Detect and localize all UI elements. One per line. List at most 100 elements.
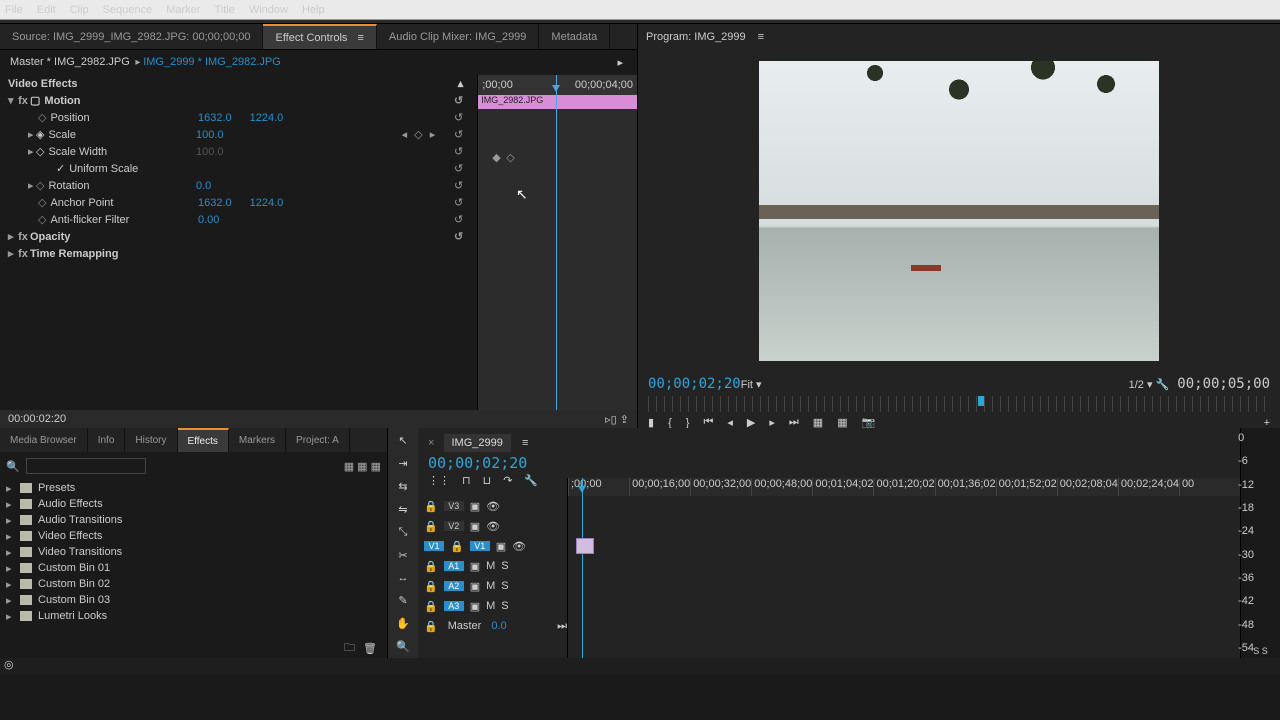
selection-tool-icon[interactable]: ↖ — [398, 434, 407, 447]
effects-folder[interactable]: ▸Audio Transitions — [6, 512, 381, 528]
prop-uniform-scale[interactable]: ✓Uniform Scale ↺ — [8, 160, 469, 177]
effects-filter-icons[interactable]: ▦ ▦ ▦ — [344, 460, 381, 473]
keyframe-marker-icon[interactable]: ◇ — [506, 151, 514, 164]
track-header-a2[interactable]: 🔒A2▣MS — [418, 576, 567, 596]
zoom-tool-icon[interactable]: 🔍 — [396, 640, 410, 653]
reset-icon[interactable]: ↺ — [454, 94, 463, 107]
effects-tree[interactable]: ▸Presets▸Audio Effects▸Audio Transitions… — [6, 480, 381, 624]
source-patch-v1[interactable]: V1 — [424, 541, 444, 551]
new-bin-icon[interactable]: 🗀 — [344, 639, 355, 658]
reset-icon[interactable]: ↺ — [454, 111, 463, 124]
scroll-up-icon[interactable]: ▴ — [458, 77, 464, 90]
scale-value[interactable]: 100.0 — [196, 129, 224, 141]
reset-icon[interactable]: ↺ — [454, 230, 463, 243]
menu-edit[interactable]: Edit — [37, 4, 56, 16]
dropdown-icon[interactable]: ▾ — [1147, 379, 1153, 391]
menu-sequence[interactable]: Sequence — [103, 4, 153, 16]
wrench-icon[interactable]: 🔧 — [1156, 379, 1170, 391]
track-header-v1[interactable]: V1🔒V1▣👁 — [418, 536, 567, 556]
effects-folder[interactable]: ▸Presets — [6, 480, 381, 496]
menu-bar[interactable]: FileEditClipSequenceMarkerTitleWindowHel… — [0, 0, 1280, 20]
effect-controls-mini-timeline[interactable]: ;00;0000;00;04;00 IMG_2982.JPG ◆ ◇ — [477, 75, 637, 410]
effects-folder[interactable]: ▸Custom Bin 03 — [6, 592, 381, 608]
anchor-x-value[interactable]: 1632.0 — [198, 197, 232, 209]
sequence-tab[interactable]: IMG_2999 — [444, 434, 511, 452]
menu-help[interactable]: Help — [302, 4, 325, 16]
track-header-v2[interactable]: 🔒V2▣👁 — [418, 516, 567, 536]
menu-marker[interactable]: Marker — [166, 4, 200, 16]
track-header-a3[interactable]: 🔒A3▣MS — [418, 596, 567, 616]
mini-playhead[interactable] — [556, 75, 557, 410]
tab-info[interactable]: Info — [88, 428, 126, 452]
tab-project-a[interactable]: Project: A — [286, 428, 350, 452]
reset-icon[interactable]: ↺ — [454, 128, 463, 141]
program-monitor-viewport[interactable] — [638, 50, 1280, 372]
timeline-ruler[interactable]: ;00;0000;00;16;0000;00;32;0000;00;48;000… — [568, 478, 1240, 496]
tab-markers[interactable]: Markers — [229, 428, 286, 452]
timeline-clip-v1[interactable] — [576, 538, 594, 554]
pen-tool-icon[interactable]: ✎ — [398, 594, 407, 607]
effects-folder[interactable]: ▸Video Transitions — [6, 544, 381, 560]
search-icon[interactable]: 🔍 — [6, 460, 20, 473]
rolling-edit-icon[interactable]: ⇋ — [398, 503, 407, 516]
keyframe-nav[interactable]: ◂ ◇ ▸ — [402, 128, 438, 141]
tab-audio-mixer[interactable]: Audio Clip Mixer: IMG_2999 — [377, 24, 540, 49]
reset-icon[interactable]: ↺ — [454, 196, 463, 209]
reset-icon[interactable]: ↺ — [454, 145, 463, 158]
menu-clip[interactable]: Clip — [70, 4, 89, 16]
tab-effect-controls[interactable]: Effect Controls≡ — [263, 24, 376, 49]
panel-menu-icon[interactable]: ≡ — [357, 32, 363, 44]
time-remap-effect[interactable]: ▸fxTime Remapping — [8, 245, 469, 262]
effects-folder[interactable]: ▸Audio Effects — [6, 496, 381, 512]
quality-dropdown[interactable]: 1/2 — [1129, 379, 1144, 391]
add-button-icon[interactable]: + — [1264, 417, 1270, 429]
dropdown-icon[interactable]: ▾ — [756, 379, 762, 391]
app-menu-icon[interactable]: ◎ — [0, 659, 14, 671]
collapse-arrow-icon[interactable]: ▸ — [617, 56, 623, 69]
panel-menu-icon[interactable]: ≡ — [758, 31, 764, 43]
position-x-value[interactable]: 1632.0 — [198, 112, 232, 124]
program-timecode-left[interactable]: 00;00;02;20 — [648, 376, 741, 392]
timeline-tools[interactable]: ↖ ⇥ ⇆ ⇋ ⤡ ✂ ↔ ✎ ✋ 🔍 — [388, 428, 418, 658]
hand-tool-icon[interactable]: ✋ — [396, 617, 410, 630]
effects-folder[interactable]: ▸Lumetri Looks — [6, 608, 381, 624]
tab-history[interactable]: History — [125, 428, 177, 452]
tab-media-browser[interactable]: Media Browser — [0, 428, 88, 452]
delete-icon[interactable]: 🗑 — [363, 642, 377, 655]
master-volume[interactable]: 0.0 — [491, 620, 506, 632]
program-playhead-dot[interactable] — [978, 396, 984, 406]
source-panel-tabs[interactable]: Source: IMG_2999_IMG_2982.JPG: 00;00;00;… — [0, 24, 637, 50]
effects-folder[interactable]: ▸Custom Bin 01 — [6, 560, 381, 576]
mark-out-bracket-icon[interactable]: } — [686, 417, 690, 429]
ripple-edit-icon[interactable]: ⇆ — [398, 480, 407, 493]
sequence-clip-link[interactable]: IMG_2999 * IMG_2982.JPG — [143, 56, 281, 68]
tab-effects[interactable]: Effects — [178, 428, 229, 452]
track-select-icon[interactable]: ⇥ — [398, 457, 407, 470]
timeline-timecode[interactable]: 00;00;02;20 — [428, 454, 1230, 472]
opacity-effect[interactable]: ▸fxOpacity↺ — [8, 228, 469, 245]
rotation-value[interactable]: 0.0 — [196, 180, 211, 192]
track-header-a1[interactable]: 🔒A1▣MS — [418, 556, 567, 576]
menu-window[interactable]: Window — [249, 4, 288, 16]
effects-folder[interactable]: ▸Video Effects — [6, 528, 381, 544]
panel-menu-icon[interactable]: ≡ — [522, 437, 528, 449]
effects-search-input[interactable] — [26, 458, 146, 474]
mark-in-bracket-icon[interactable]: { — [668, 417, 672, 429]
effects-folder[interactable]: ▸Custom Bin 02 — [6, 576, 381, 592]
position-y-value[interactable]: 1224.0 — [250, 112, 284, 124]
slip-tool-icon[interactable]: ↔ — [398, 572, 409, 584]
motion-effect[interactable]: ▾fx▢Motion↺ — [8, 92, 469, 109]
program-monitor-tabs[interactable]: Program: IMG_2999 ≡ — [638, 24, 1280, 50]
menu-title[interactable]: Title — [214, 4, 234, 16]
lower-left-tabs[interactable]: Media BrowserInfoHistoryEffectsMarkersPr… — [0, 428, 387, 452]
razor-tool-icon[interactable]: ✂ — [398, 549, 407, 562]
reset-icon[interactable]: ↺ — [454, 162, 463, 175]
reset-icon[interactable]: ↺ — [454, 179, 463, 192]
close-sequence-icon[interactable]: × — [428, 437, 434, 449]
program-scrubber[interactable] — [648, 396, 1270, 412]
ec-footer-icons[interactable]: ▹▯ ⇪ — [605, 413, 629, 426]
track-header-master[interactable]: 🔒Master0.0⏭ — [418, 616, 567, 636]
anchor-y-value[interactable]: 1224.0 — [250, 197, 284, 209]
timeline-track-area[interactable]: ;00;0000;00;16;0000;00;32;0000;00;48;000… — [568, 478, 1240, 658]
rate-stretch-icon[interactable]: ⤡ — [399, 526, 408, 539]
